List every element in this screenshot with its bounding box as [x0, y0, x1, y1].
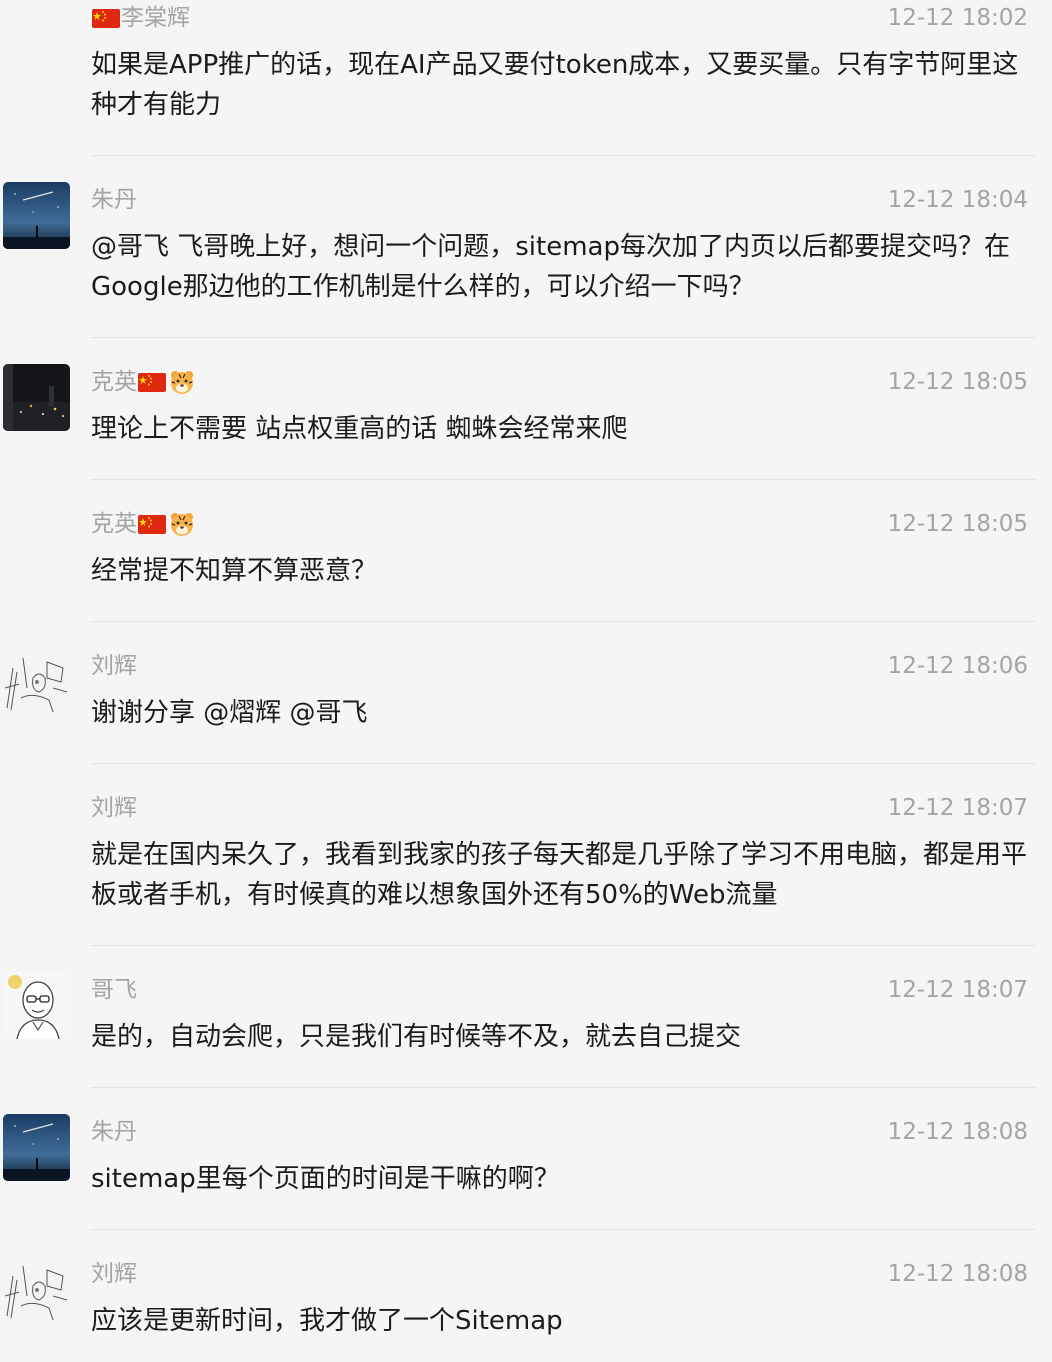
sender-name[interactable]: 刘辉 — [91, 1259, 137, 1289]
message-text: 经常提不知算不算恶意？ — [91, 556, 378, 586]
avatar[interactable] — [3, 182, 70, 249]
message-divider — [91, 155, 1036, 156]
message-divider — [91, 763, 1036, 764]
message-text: 应该是更新时间，我才做了一个Sitemap — [91, 1306, 563, 1336]
message-divider — [91, 945, 1036, 946]
tiger-face-icon — [171, 371, 193, 394]
message-time: 12-12 18:08 — [887, 1119, 1028, 1145]
message-divider — [91, 621, 1036, 622]
sender-name[interactable]: 克英 — [91, 509, 195, 539]
sender-name[interactable]: 李棠辉 — [91, 3, 190, 33]
sender-name[interactable]: 刘辉 — [91, 651, 137, 681]
sender-name[interactable]: 哥飞 — [91, 975, 137, 1005]
sender-name[interactable]: 朱丹 — [91, 185, 137, 215]
avatar[interactable] — [3, 972, 70, 1039]
message-text: 就是在国内呆久了，我看到我家的孩子每天都是几乎除了学习不用电脑，都是用平板或者手… — [91, 840, 1028, 910]
avatar[interactable] — [3, 1114, 70, 1181]
message-time: 12-12 18:08 — [887, 1261, 1028, 1287]
avatar[interactable] — [3, 1256, 70, 1323]
message-time: 12-12 18:07 — [887, 795, 1028, 821]
message-text: 谢谢分享 @熠辉 @哥飞 — [91, 698, 368, 728]
sender-name-text: 克英 — [91, 369, 137, 395]
message-time: 12-12 18:07 — [887, 977, 1028, 1003]
message-time: 12-12 18:02 — [887, 5, 1028, 31]
sender-name-text: 李棠辉 — [121, 5, 190, 31]
avatar[interactable] — [3, 648, 70, 715]
message-text: 理论上不需要 站点权重高的话 蜘蛛会经常来爬 — [91, 414, 628, 444]
message-time: 12-12 18:04 — [887, 187, 1028, 213]
china-flag-icon — [138, 514, 166, 534]
sender-name[interactable]: 刘辉 — [91, 793, 137, 823]
china-flag-icon — [138, 372, 166, 392]
sender-name[interactable]: 克英 — [91, 367, 195, 397]
avatar[interactable] — [3, 364, 70, 431]
message-divider — [91, 1087, 1036, 1088]
message-text: 如果是APP推广的话，现在AI产品又要付token成本，又要买量。只有字节阿里这… — [91, 50, 1019, 120]
sender-name-text: 克英 — [91, 511, 137, 537]
message-text: sitemap里每个页面的时间是干嘛的啊？ — [91, 1164, 560, 1194]
message-time: 12-12 18:05 — [887, 511, 1028, 537]
tiger-face-icon — [171, 513, 193, 536]
message-divider — [91, 1229, 1036, 1230]
china-flag-icon — [92, 8, 120, 28]
message-text: @哥飞 飞哥晚上好，想问一个问题，sitemap每次加了内页以后都要提交吗？在G… — [91, 232, 1010, 302]
message-divider — [91, 479, 1036, 480]
sender-name[interactable]: 朱丹 — [91, 1117, 137, 1147]
message-text: 是的，自动会爬，只是我们有时候等不及，就去自己提交 — [91, 1022, 742, 1052]
message-time: 12-12 18:05 — [887, 369, 1028, 395]
message-time: 12-12 18:06 — [887, 653, 1028, 679]
message-divider — [91, 337, 1036, 338]
